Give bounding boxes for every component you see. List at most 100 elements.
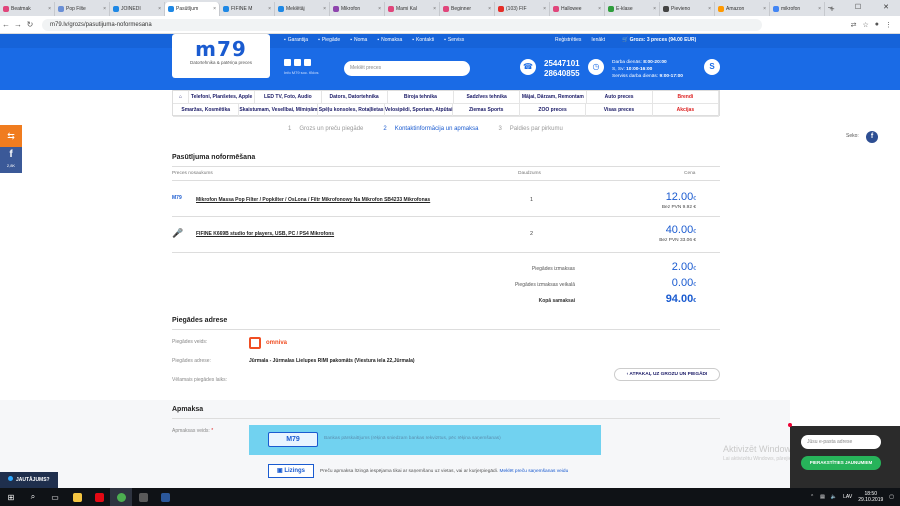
checkout-step[interactable]: 1 Grozs un preču piegāde (288, 126, 363, 132)
category-item[interactable]: Velosipēdi, Sportam, Atpūtai (385, 104, 454, 116)
profile-icon[interactable]: ● (875, 21, 879, 29)
tab-close-icon[interactable]: × (378, 6, 381, 12)
word-icon[interactable] (154, 488, 176, 506)
category-item[interactable]: Skaistumam, Veselībai, Mīmiņām (239, 104, 319, 116)
category-item[interactable]: Telefoni, Planšetes, Apple (189, 91, 256, 103)
facebook-icon[interactable] (284, 59, 291, 66)
login-link[interactable]: Ienākt (591, 37, 605, 43)
topnav-item[interactable]: ▪ Garantija (284, 37, 308, 43)
product-thumbnail-microphone-icon[interactable]: 🎤 (172, 228, 186, 238)
cart-summary[interactable]: 🛒 Grozs: 3 preces (94.00 EUR) (622, 37, 696, 43)
product-name-link[interactable]: Mikrofon Massa Pop Filter / Popkilter / … (196, 197, 430, 203)
register-link[interactable]: Reģistrēties (555, 37, 581, 43)
tab-close-icon[interactable]: × (543, 6, 546, 12)
browser-tab[interactable]: Meklētāj × (275, 2, 330, 16)
category-item[interactable]: Biroja tehnika (388, 91, 454, 103)
search-icon[interactable]: ⌕ (22, 488, 44, 506)
product-thumbnail-m79-icon[interactable]: M79 (172, 195, 186, 205)
language-indicator[interactable]: LAV (843, 494, 852, 500)
twitter-icon[interactable] (294, 59, 301, 66)
topnav-item[interactable]: ▪ Nomaksa (377, 37, 402, 43)
category-item[interactable]: Sadzīves tehnika (454, 91, 521, 103)
volume-icon[interactable]: 🔈 (831, 494, 837, 500)
close-window-button[interactable]: ✕ (872, 0, 900, 16)
draugiem-icon[interactable] (304, 59, 311, 66)
category-item[interactable]: Visas preces (586, 104, 653, 116)
browser-tab[interactable]: Beginner × (440, 2, 495, 16)
phone-number-2[interactable]: 28640855 (544, 69, 580, 79)
tab-close-icon[interactable]: × (213, 6, 216, 12)
site-logo[interactable]: m79 Datortehnika & patēriņa preces (172, 34, 270, 78)
browser-tab[interactable]: (103) FIF × (495, 2, 550, 16)
menu-kebab-icon[interactable]: ⋮ (885, 21, 892, 29)
category-item[interactable]: Akcijas (653, 104, 720, 116)
category-item[interactable]: ZOO preces (520, 104, 587, 116)
close-popup-icon[interactable] (788, 423, 792, 427)
facebook-follow-icon[interactable]: f (866, 131, 878, 143)
category-item[interactable]: Mājai, Dārzam, Remontam (520, 91, 587, 103)
category-item[interactable]: Spēļu konsoles, Rotaļlietas (318, 104, 385, 116)
browser-tab[interactable]: Mami Kal × (385, 2, 440, 16)
tab-close-icon[interactable]: × (433, 6, 436, 12)
topnav-item[interactable]: ▪ Noma (350, 37, 367, 43)
leasing-link[interactable]: Meklēt preču saņemšanas veidu (499, 469, 568, 474)
topnav-item[interactable]: ▪ Kontakti (412, 37, 434, 43)
maximize-button[interactable]: ☐ (844, 0, 872, 16)
reload-icon[interactable]: ↻ (24, 20, 36, 29)
browser-tab[interactable]: Hallowee × (550, 2, 605, 16)
tab-close-icon[interactable]: × (323, 6, 326, 12)
network-icon[interactable]: ▤ (820, 494, 825, 500)
product-name-link[interactable]: FIFINE K669B studio for players, USB, PC… (196, 231, 334, 237)
back-to-cart-button[interactable]: ‹ ATPAKAĻ UZ GROZU UN PIEGĀDI (614, 368, 720, 381)
browser-tab[interactable]: JOINEDI × (110, 2, 165, 16)
category-item[interactable]: LED TV, Foto, Audio (255, 91, 322, 103)
task-view-icon[interactable]: ▭ (44, 488, 66, 506)
browser-tab[interactable]: Pop Filte × (55, 2, 110, 16)
tab-close-icon[interactable]: × (48, 6, 51, 12)
checkout-step[interactable]: 3 Paldies par pirkumu (498, 126, 562, 132)
tab-close-icon[interactable]: × (653, 6, 656, 12)
category-item[interactable]: Brendi (653, 91, 719, 103)
tab-close-icon[interactable]: × (763, 6, 766, 12)
browser-tab[interactable]: Mikrofon × (330, 2, 385, 16)
facebook-share-widget[interactable]: f 2,8K (0, 147, 22, 173)
forward-arrow-icon[interactable]: → (12, 20, 24, 29)
share-widget-icon[interactable]: ⇆ (0, 125, 22, 147)
url-input[interactable]: m79.lv/grozs/pasutijuma-noformesana (42, 18, 762, 31)
category-item[interactable]: Ziemas Sports (453, 104, 520, 116)
browser-tab[interactable]: FIFINE M × (220, 2, 275, 16)
notification-icon[interactable]: ▢ (889, 494, 894, 500)
phone-number-1[interactable]: 25447101 (544, 59, 580, 69)
newsletter-email-input[interactable]: Jūsu e-pasta adrese (801, 435, 881, 449)
netflix-icon[interactable] (88, 488, 110, 506)
tab-close-icon[interactable]: × (488, 6, 491, 12)
skype-icon[interactable]: S (704, 59, 720, 75)
tab-close-icon[interactable]: × (268, 6, 271, 12)
browser-tab[interactable]: E-klase × (605, 2, 660, 16)
browser-tab[interactable]: Amazon × (715, 2, 770, 16)
bookmark-star-icon[interactable]: ☆ (862, 21, 868, 29)
windows-start-icon[interactable]: ⊞ (0, 488, 22, 506)
file-explorer-icon[interactable] (66, 488, 88, 506)
leasing-option-button[interactable]: ▣ Lizings (268, 464, 314, 478)
tab-close-icon[interactable]: × (598, 6, 601, 12)
tab-close-icon[interactable]: × (158, 6, 161, 12)
browser-tab[interactable]: Pievieno × (660, 2, 715, 16)
browser-tab[interactable]: Pasūtījum × (165, 2, 220, 16)
checkout-step[interactable]: 2 Kontaktinformācija un apmaksa (383, 126, 478, 132)
tray-chevron-icon[interactable]: ⌃ (810, 494, 814, 500)
clock[interactable]: 18:50 29.10.2019 (858, 491, 883, 503)
store-icon[interactable] (132, 488, 154, 506)
category-item[interactable]: Auto preces (587, 91, 653, 103)
search-input[interactable]: Meklēt preces (344, 61, 470, 76)
tab-close-icon[interactable]: × (708, 6, 711, 12)
topnav-item[interactable]: ▪ Serviss (444, 37, 464, 43)
home-icon[interactable]: ⌂ (173, 91, 189, 103)
chat-widget-button[interactable]: JAUTĀJUMS? (0, 472, 58, 488)
category-item[interactable]: Dators, Datortehnika (322, 91, 388, 103)
translate-icon[interactable]: ⇄ (851, 21, 857, 29)
newsletter-subscribe-button[interactable]: PIERAKSTĪTIES JAUNUMIEM (801, 456, 881, 470)
back-arrow-icon[interactable]: ← (0, 20, 12, 29)
minimize-button[interactable]: – (816, 0, 844, 16)
tab-close-icon[interactable]: × (103, 6, 106, 12)
